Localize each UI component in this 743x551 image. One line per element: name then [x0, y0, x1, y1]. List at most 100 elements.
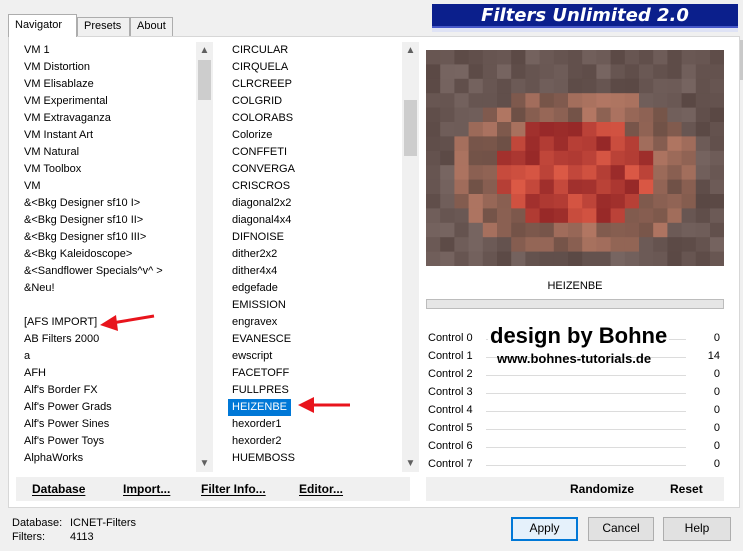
filter-item[interactable]: CIRCULAR — [228, 42, 402, 59]
mosaic-tile — [710, 251, 724, 266]
control-row[interactable]: Control 6 0 — [426, 438, 724, 456]
filter-item[interactable]: DIFNOISE — [228, 229, 402, 246]
control-slider-track[interactable] — [486, 447, 686, 448]
mosaic-tile — [596, 93, 612, 109]
filter-item[interactable]: diagonal4x4 — [228, 212, 402, 229]
database-button[interactable]: Database — [32, 482, 85, 496]
control-row[interactable]: Control 3 0 — [426, 384, 724, 402]
scroll-up-icon[interactable]: ▲ — [196, 42, 213, 59]
filter-item[interactable]: hexorder2 — [228, 433, 402, 450]
mosaic-tile — [596, 237, 612, 253]
category-item[interactable]: VM Instant Art — [20, 127, 196, 144]
control-slider-track[interactable] — [486, 429, 686, 430]
mosaic-tile — [440, 136, 455, 152]
filter-item[interactable]: edgefade — [228, 280, 402, 297]
help-button[interactable]: Help — [663, 517, 731, 541]
mosaic-tile — [681, 222, 697, 238]
reset-button[interactable]: Reset — [670, 482, 703, 496]
category-item[interactable]: &Neu! — [20, 280, 196, 297]
scroll-down-icon[interactable]: ▼ — [402, 455, 419, 472]
category-item[interactable]: VM Natural — [20, 144, 196, 161]
filter-item[interactable]: diagonal2x2 — [228, 195, 402, 212]
scroll-up-icon[interactable]: ▲ — [402, 42, 419, 59]
control-slider-track[interactable] — [486, 465, 686, 466]
filter-item[interactable]: CONVERGA — [228, 161, 402, 178]
scroll-thumb[interactable] — [404, 100, 417, 156]
category-item[interactable]: &<Bkg Designer sf10 I> — [20, 195, 196, 212]
mosaic-tile — [539, 107, 555, 123]
tab-about[interactable]: About — [130, 17, 173, 36]
control-slider-track[interactable] — [486, 393, 686, 394]
filter-item[interactable]: CRISCROS — [228, 178, 402, 195]
tab-presets[interactable]: Presets — [77, 17, 130, 36]
filter-item[interactable]: hexorder1 — [228, 416, 402, 433]
category-item[interactable]: AlphaWorks — [20, 450, 196, 467]
category-list[interactable]: VM 1 VM Distortion VM Elisablaze VM Experim… — [20, 42, 196, 472]
control-slider-track[interactable] — [486, 375, 686, 376]
mosaic-tile — [511, 78, 526, 94]
control-value: 0 — [713, 404, 720, 416]
filter-item[interactable]: HEIZENBE — [228, 399, 292, 416]
category-item[interactable]: VM Elisablaze — [20, 76, 196, 93]
mosaic-tile — [610, 136, 626, 152]
tab-navigator[interactable]: Navigator — [8, 14, 77, 37]
category-item[interactable]: Alf's Power Sines — [20, 416, 196, 433]
mosaic-tile — [553, 208, 569, 224]
control-row[interactable]: Control 2 0 — [426, 366, 724, 384]
filter-item[interactable]: COLORABS — [228, 110, 402, 127]
category-item[interactable]: VM Extravaganza — [20, 110, 196, 127]
category-item[interactable]: Alf's Power Grads — [20, 399, 196, 416]
mosaic-tile — [539, 150, 555, 166]
filter-item[interactable]: Colorize — [228, 127, 402, 144]
control-row[interactable]: Control 4 0 — [426, 402, 724, 420]
mosaic-tile — [653, 107, 668, 123]
filter-item[interactable]: ewscript — [228, 348, 402, 365]
category-item[interactable]: VM Experimental — [20, 93, 196, 110]
filter-item[interactable]: CONFFETI — [228, 144, 402, 161]
category-item[interactable]: &<Sandflower Specials^v^ > — [20, 263, 196, 280]
filter-scrollbar[interactable]: ▲ ▼ — [402, 42, 419, 472]
category-item[interactable]: Alf's Border FX — [20, 382, 196, 399]
category-item[interactable]: &<Bkg Kaleidoscope> — [20, 246, 196, 263]
category-item[interactable]: a — [20, 348, 196, 365]
scroll-thumb[interactable] — [198, 60, 211, 100]
category-item[interactable]: VM Toolbox — [20, 161, 196, 178]
filter-item[interactable]: CIRQUELA — [228, 59, 402, 76]
mosaic-tile — [468, 179, 484, 195]
cancel-button[interactable]: Cancel — [588, 517, 654, 541]
category-item[interactable]: VM Distortion — [20, 59, 196, 76]
mosaic-tile — [525, 222, 541, 238]
filter-item[interactable]: EVANESCE — [228, 331, 402, 348]
category-item[interactable]: AB Filters 2000 — [20, 331, 196, 348]
control-row[interactable]: Control 7 0 — [426, 456, 724, 474]
filter-info-button[interactable]: Filter Info... — [201, 482, 266, 496]
control-slider-track[interactable] — [486, 411, 686, 412]
mosaic-tile — [468, 222, 484, 238]
filter-item[interactable]: FACETOFF — [228, 365, 402, 382]
filter-item[interactable]: dither2x2 — [228, 246, 402, 263]
category-item[interactable]: Alf's Power Toys — [20, 433, 196, 450]
import-button[interactable]: Import... — [123, 482, 170, 496]
category-item[interactable]: VM 1 — [20, 42, 196, 59]
filter-item[interactable]: HUEMBOSS — [228, 450, 402, 467]
apply-button[interactable]: Apply — [511, 517, 578, 541]
filter-item[interactable]: CLRCREEP — [228, 76, 402, 93]
mosaic-tile — [568, 194, 583, 209]
mosaic-tile — [440, 150, 455, 166]
category-item[interactable]: &<Bkg Designer sf10 II> — [20, 212, 196, 229]
category-scrollbar[interactable]: ▲ ▼ — [196, 42, 213, 472]
category-item[interactable]: AFH — [20, 365, 196, 382]
category-item[interactable]: VM — [20, 178, 196, 195]
mosaic-tile — [610, 208, 626, 224]
scroll-down-icon[interactable]: ▼ — [196, 455, 213, 472]
editor-button[interactable]: Editor... — [299, 482, 343, 496]
filter-item[interactable]: dither4x4 — [228, 263, 402, 280]
filter-item[interactable]: engravex — [228, 314, 402, 331]
category-item[interactable]: &<Bkg Designer sf10 III> — [20, 229, 196, 246]
filter-item[interactable]: EMISSION — [228, 297, 402, 314]
control-row[interactable]: Control 5 0 — [426, 420, 724, 438]
control-value: 0 — [713, 458, 720, 470]
filter-item[interactable]: COLGRID — [228, 93, 402, 110]
mosaic-tile — [582, 194, 597, 209]
randomize-button[interactable]: Randomize — [570, 482, 634, 496]
